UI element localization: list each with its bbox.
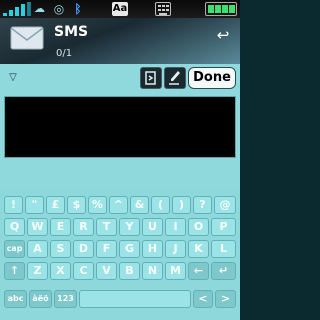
toolbar: ▽ Done bbox=[0, 64, 240, 92]
key[interactable]: G bbox=[119, 240, 140, 258]
insert-icon bbox=[145, 71, 156, 85]
enter-icon: ↵ bbox=[218, 264, 229, 277]
key[interactable]: X bbox=[50, 262, 71, 280]
key[interactable]: $ bbox=[67, 196, 86, 214]
app-header: SMS 0/1 ↩ bbox=[0, 18, 240, 64]
on-screen-keyboard: ! " £ $ % ^ & ( ) ? @ Q W E R T Y U I O … bbox=[0, 188, 240, 320]
numbers-mode-key[interactable]: 123 bbox=[54, 290, 77, 308]
key[interactable]: ? bbox=[193, 196, 212, 214]
dropdown-button[interactable]: ▽ bbox=[6, 72, 20, 84]
message-count: 0/1 bbox=[56, 48, 73, 59]
keyboard-icon[interactable] bbox=[155, 2, 171, 16]
backspace-key[interactable]: ← bbox=[188, 262, 209, 280]
compose-panel bbox=[0, 92, 240, 188]
key[interactable]: A bbox=[27, 240, 48, 258]
key[interactable]: J bbox=[165, 240, 186, 258]
radio-icon: ◎ bbox=[53, 2, 65, 16]
cursor-left-key[interactable]: < bbox=[193, 290, 213, 308]
key[interactable]: I bbox=[165, 218, 186, 236]
abc-mode-key[interactable]: abc bbox=[4, 290, 27, 308]
key[interactable]: D bbox=[73, 240, 94, 258]
key[interactable]: R bbox=[73, 218, 94, 236]
cursor-right-key[interactable]: > bbox=[215, 290, 236, 308]
backspace-icon: ← bbox=[193, 264, 204, 277]
data-icon: ☁ bbox=[34, 2, 45, 15]
key[interactable]: & bbox=[130, 196, 149, 214]
key[interactable]: ! bbox=[4, 196, 23, 214]
key[interactable]: Y bbox=[119, 218, 140, 236]
key[interactable]: Q bbox=[4, 218, 25, 236]
shift-icon: ↑ bbox=[9, 264, 20, 277]
chevron-down-icon: ▽ bbox=[9, 72, 17, 83]
message-input[interactable] bbox=[4, 96, 236, 158]
key[interactable]: F bbox=[96, 240, 117, 258]
pen-icon bbox=[169, 71, 180, 85]
key[interactable]: % bbox=[88, 196, 107, 214]
key[interactable]: U bbox=[142, 218, 163, 236]
key[interactable]: £ bbox=[46, 196, 65, 214]
status-bar: ☁ ◎ ᛒ Aa bbox=[0, 0, 240, 18]
bluetooth-icon: ᛒ bbox=[74, 2, 82, 16]
page-title: SMS bbox=[54, 24, 89, 40]
key[interactable]: L bbox=[211, 240, 236, 258]
shift-key[interactable]: ↑ bbox=[4, 262, 25, 280]
enter-key[interactable]: ↵ bbox=[211, 262, 236, 280]
key[interactable]: @ bbox=[214, 196, 236, 214]
key[interactable]: C bbox=[73, 262, 94, 280]
back-button[interactable]: ↩ bbox=[212, 26, 234, 44]
key[interactable]: B bbox=[119, 262, 140, 280]
key[interactable]: " bbox=[25, 196, 44, 214]
key[interactable]: Z bbox=[27, 262, 48, 280]
accents-mode-key[interactable]: àëö bbox=[29, 290, 52, 308]
edit-button[interactable] bbox=[164, 67, 186, 89]
key[interactable]: M bbox=[165, 262, 186, 280]
done-button[interactable]: Done bbox=[188, 67, 236, 89]
key[interactable]: S bbox=[50, 240, 71, 258]
caps-lock-key[interactable]: cap bbox=[4, 240, 25, 258]
key[interactable]: ^ bbox=[109, 196, 128, 214]
insert-button[interactable] bbox=[140, 67, 162, 89]
envelope-icon bbox=[10, 26, 44, 50]
key[interactable]: K bbox=[188, 240, 209, 258]
key[interactable]: H bbox=[142, 240, 163, 258]
key[interactable]: N bbox=[142, 262, 163, 280]
key[interactable]: E bbox=[50, 218, 71, 236]
battery-icon bbox=[205, 2, 237, 16]
key[interactable]: P bbox=[211, 218, 236, 236]
back-arrow-icon: ↩ bbox=[216, 26, 230, 44]
space-key[interactable] bbox=[79, 290, 191, 308]
key[interactable]: W bbox=[27, 218, 48, 236]
key[interactable]: V bbox=[96, 262, 117, 280]
input-mode-icon[interactable]: Aa bbox=[112, 2, 128, 16]
key[interactable]: O bbox=[188, 218, 209, 236]
key[interactable]: ) bbox=[172, 196, 191, 214]
key[interactable]: ( bbox=[151, 196, 170, 214]
signal-strength-icon bbox=[3, 2, 33, 16]
key[interactable]: T bbox=[96, 218, 117, 236]
